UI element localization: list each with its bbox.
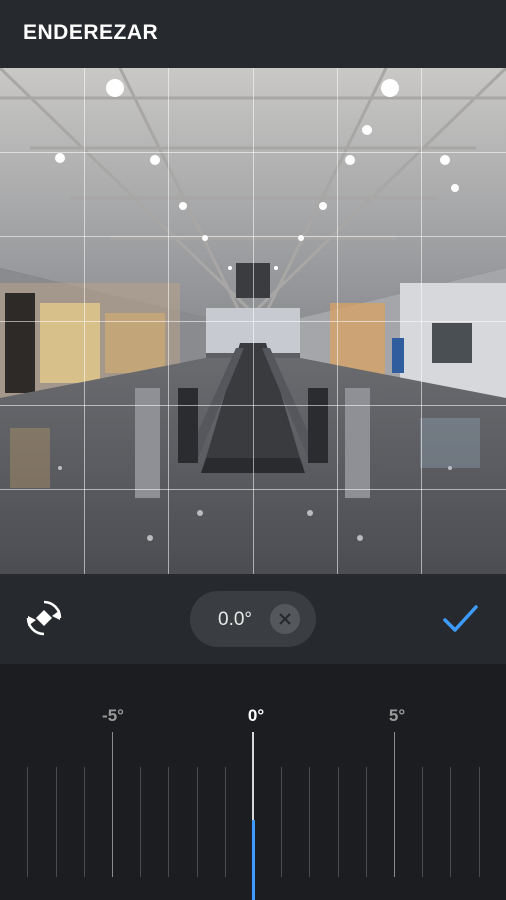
angle-ruler[interactable]: -5° 0° 5°: [0, 664, 506, 900]
ruler-tick: [197, 767, 198, 877]
grid-line: [0, 321, 506, 322]
angle-indicator[interactable]: [252, 820, 255, 900]
ruler-tick: [225, 767, 226, 877]
ruler-label-plus5: 5°: [388, 706, 406, 725]
ruler-tick: [27, 767, 28, 877]
close-icon: [279, 613, 291, 625]
straighten-controls: 0.0°: [0, 574, 506, 664]
ruler-tick: [168, 767, 169, 877]
ruler-label-minus5: -5°: [102, 706, 124, 725]
rotate-icon: [26, 600, 62, 636]
angle-value: 0.0°: [218, 609, 253, 630]
page-title: ENDEREZAR: [23, 21, 159, 44]
ruler-tick: [479, 767, 480, 877]
ruler-tick: [112, 732, 113, 877]
confirm-button[interactable]: [440, 602, 480, 636]
ruler-tick: [281, 767, 282, 877]
reset-angle-button[interactable]: [270, 604, 300, 634]
grid-line: [0, 489, 506, 490]
ruler-tick: [338, 767, 339, 877]
angle-display: 0.0°: [190, 591, 316, 647]
photo-preview[interactable]: [0, 68, 506, 574]
ruler-tick: [84, 767, 85, 877]
ruler-tick: [56, 767, 57, 877]
ruler-tick: [394, 732, 395, 877]
ruler-tick: [450, 767, 451, 877]
ruler-tick: [366, 767, 367, 877]
grid-line: [0, 152, 506, 153]
ruler-tick: [140, 767, 141, 877]
ruler-label-zero: 0°: [247, 706, 265, 725]
checkmark-icon: [443, 605, 478, 632]
top-bar: ENDEREZAR: [0, 0, 506, 68]
ruler-tick: [422, 767, 423, 877]
grid-line: [0, 405, 506, 406]
rotate-button[interactable]: [24, 598, 64, 638]
ruler-tick: [309, 767, 310, 877]
grid-line: [0, 236, 506, 237]
